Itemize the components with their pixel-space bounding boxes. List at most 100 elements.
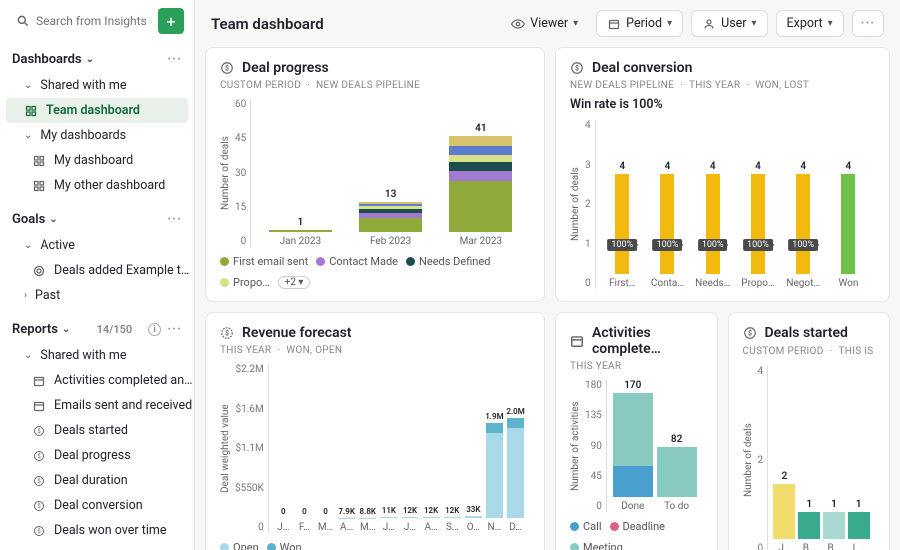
svg-text:$: $ (225, 64, 229, 72)
more-button[interactable]: ··· (852, 10, 884, 37)
goals-header[interactable]: Goals ⌄ ··· (0, 206, 194, 233)
sidebar-report-activities[interactable]: Activities completed an… (0, 368, 194, 393)
dollar-icon: $ (32, 499, 46, 513)
dollar-icon: $ (32, 449, 46, 463)
eye-icon (511, 17, 525, 31)
sidebar-report-deal-duration[interactable]: $Deal duration (0, 468, 194, 493)
sidebar-team-dashboard[interactable]: Team dashboard (6, 98, 188, 123)
svg-text:$: $ (225, 329, 229, 337)
svg-text:$: $ (748, 329, 752, 337)
y-axis: $2.2M$1.6M$1.1M$550K0 (231, 364, 268, 533)
y-axis-label: Number of deals (220, 99, 231, 247)
card-title: Revenue forecast (242, 325, 352, 341)
page-title: Team dashboard (211, 15, 493, 33)
svg-text:$: $ (37, 453, 41, 460)
card-activities-completed: Activities complete… THIS YEAR Number of… (555, 312, 718, 550)
dollar-icon: $ (32, 524, 46, 538)
topbar: Team dashboard Viewer▾ Period▾ User▾ Exp… (195, 0, 900, 47)
winrate-text: Win rate is 100% (570, 97, 875, 112)
sidebar-shared-with-me[interactable]: ⌄Shared with me (0, 73, 194, 98)
card-deal-progress: $Deal progress CUSTOM PERIODNEW DEALS PI… (205, 47, 545, 302)
svg-text:$: $ (37, 503, 41, 510)
dollar-icon: $ (743, 326, 757, 340)
chart-plot: 1Jan 202313Feb 202341Mar 2023 (250, 99, 530, 247)
card-title: Deal conversion (592, 60, 692, 76)
calendar-icon (32, 374, 46, 388)
svg-text:$: $ (37, 528, 41, 535)
reports-more-icon[interactable]: ··· (167, 322, 182, 337)
y-axis: 18013590450 (581, 380, 606, 512)
y-axis: 420 (754, 366, 768, 550)
chart-plot: 4First…100%4Conta…100%4Needs…100%4Propo…… (595, 120, 875, 289)
y-axis: 604530150 (231, 99, 250, 247)
period-select[interactable]: Period▾ (596, 10, 683, 37)
caret-down-icon: ▾ (667, 18, 672, 29)
info-icon[interactable]: i (148, 323, 161, 336)
legend-more-pill[interactable]: +2 ▾ (278, 276, 311, 289)
main: Team dashboard Viewer▾ Period▾ User▾ Exp… (195, 0, 900, 550)
caret-down-icon: ▾ (752, 18, 757, 29)
forecast-icon: $ (220, 326, 234, 340)
chart-plot: 2J…1B…1B…1L… (767, 366, 875, 550)
y-axis: 43210 (581, 120, 595, 289)
chevron-down-icon: ⌄ (24, 350, 32, 361)
search-input-wrap[interactable] (10, 10, 152, 32)
y-axis-label: Number of deals (570, 120, 581, 289)
sidebar-report-deals-won[interactable]: $Deals won over time (0, 518, 194, 543)
sidebar-my-dashboards[interactable]: ⌄My dashboards (0, 123, 194, 148)
grid-icon (32, 154, 46, 168)
viewer-select[interactable]: Viewer▾ (501, 11, 588, 36)
sidebar-report-emails[interactable]: Emails sent and received (0, 393, 194, 418)
sidebar-past[interactable]: ›Past (0, 283, 194, 308)
sidebar-active[interactable]: ⌄Active (0, 233, 194, 258)
dollar-icon: $ (220, 61, 234, 75)
chart-plot: 0J…0F…0M…7.9KA…8.8KM…11KJ…12KJ…12KA…12KS… (268, 364, 530, 533)
add-button[interactable]: + (158, 8, 184, 34)
target-icon (32, 264, 46, 278)
dashboards-more-icon[interactable]: ··· (167, 52, 182, 67)
grid-icon (32, 179, 46, 193)
card-title: Deal progress (242, 60, 329, 76)
svg-text:$: $ (37, 428, 41, 435)
svg-text:$: $ (575, 64, 579, 72)
goals-more-icon[interactable]: ··· (167, 212, 182, 227)
search-input[interactable] (36, 14, 146, 28)
user-select[interactable]: User▾ (691, 10, 767, 37)
svg-text:$: $ (37, 478, 41, 485)
calendar-icon (607, 17, 621, 31)
chevron-down-icon: ⌄ (86, 54, 94, 65)
more-icon: ··· (861, 16, 875, 31)
chevron-down-icon: ⌄ (24, 80, 32, 91)
dollar-icon: $ (570, 61, 584, 75)
card-revenue-forecast: $Revenue forecast THIS YEARWON, OPEN Dea… (205, 312, 545, 550)
reports-header[interactable]: Reports ⌄ 14/150i··· (0, 316, 194, 343)
search-icon (16, 14, 30, 28)
grid-icon (24, 104, 38, 118)
sidebar-report-deal-progress[interactable]: $Deal progress (0, 443, 194, 468)
sidebar-report-deal-conversion[interactable]: $Deal conversion (0, 493, 194, 518)
chevron-down-icon: ⌄ (24, 240, 32, 251)
dashboards-header[interactable]: Dashboards ⌄ ··· (0, 46, 194, 73)
calendar-icon (570, 334, 584, 348)
chevron-down-icon: ⌄ (24, 130, 32, 141)
chevron-down-icon: ⌄ (49, 214, 57, 225)
sidebar-report-deals-started[interactable]: $Deals started (0, 418, 194, 443)
caret-down-icon: ▾ (828, 18, 833, 29)
sidebar-reports-shared[interactable]: ⌄Shared with me (0, 343, 194, 368)
y-axis-label: Number of deals (743, 366, 754, 550)
chart-legend: OpenWon (220, 541, 530, 550)
calendar-icon (32, 399, 46, 413)
dollar-icon: $ (32, 474, 46, 488)
y-axis-label: Number of activities (570, 380, 581, 512)
caret-down-icon: ▾ (573, 18, 578, 29)
sidebar-my-dashboard[interactable]: My dashboard (0, 148, 194, 173)
sidebar-deals-added-example[interactable]: Deals added Example t… (0, 258, 194, 283)
chart-legend: First email sentContact MadeNeeds Define… (220, 255, 530, 289)
card-title: Activities complete… (592, 325, 703, 357)
sidebar-my-other-dashboard[interactable]: My other dashboard (0, 173, 194, 198)
dollar-icon: $ (32, 424, 46, 438)
chart-plot: 170Done82To do (606, 380, 703, 512)
user-icon (702, 17, 716, 31)
card-deals-started: $Deals started CUSTOM PERIODTHIS IS +1 N… (728, 312, 891, 550)
export-button[interactable]: Export▾ (776, 10, 844, 37)
